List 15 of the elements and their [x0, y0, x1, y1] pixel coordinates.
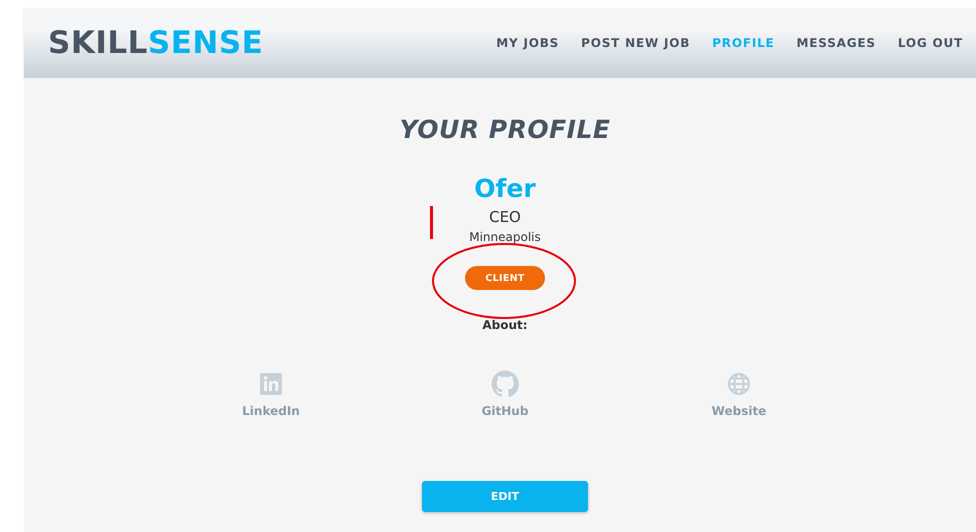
- job-title: CEO: [489, 208, 521, 226]
- profile-name: Ofer: [474, 174, 536, 204]
- page-title: YOUR PROFILE: [400, 115, 610, 144]
- globe-icon[interactable]: [727, 372, 751, 396]
- role-badge: CLIENT: [465, 266, 545, 290]
- nav-link[interactable]: MY JOBS: [496, 36, 560, 50]
- nav-link[interactable]: LOG OUT: [898, 36, 963, 50]
- location: Minneapolis: [469, 230, 541, 244]
- annotation-mark: [430, 206, 433, 239]
- nav-link[interactable]: MESSAGES: [796, 36, 876, 50]
- about-label: About:: [482, 318, 528, 332]
- linkedin-icon[interactable]: [260, 373, 282, 395]
- logo[interactable]: SKILLSENSE: [48, 25, 264, 61]
- github-icon[interactable]: [491, 370, 519, 398]
- nav-link[interactable]: POST NEW JOB: [581, 36, 690, 50]
